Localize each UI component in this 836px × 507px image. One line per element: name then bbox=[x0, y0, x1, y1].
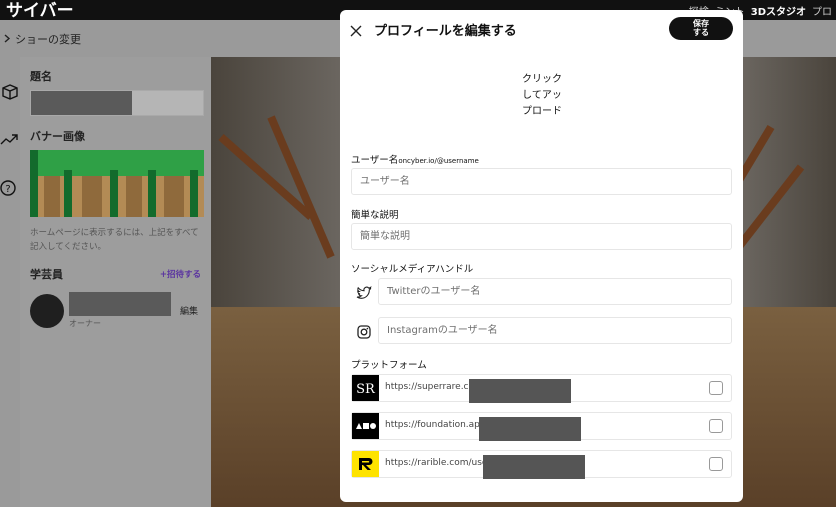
platform-row-rarible: https://rarible.com/user/ bbox=[351, 450, 732, 479]
redacted-title bbox=[31, 91, 132, 115]
nav-3d-studio[interactable]: 3Dスタジオ bbox=[751, 3, 806, 18]
redacted-member-name bbox=[69, 292, 171, 316]
username-label: ユーザー名oncyber.io/@username bbox=[351, 152, 479, 166]
trending-icon[interactable] bbox=[0, 130, 20, 150]
username-hint: oncyber.io/@username bbox=[398, 157, 479, 165]
platform-row-superrare: SR https://superrare.co/ bbox=[351, 374, 732, 403]
twitter-icon bbox=[356, 285, 372, 301]
modal-title: プロフィールを編集する bbox=[374, 24, 517, 39]
curators-header: 学芸員 +招待する bbox=[30, 266, 201, 282]
help-icon[interactable]: ? bbox=[0, 178, 20, 198]
change-show-link[interactable]: ショーの変更 bbox=[4, 31, 81, 47]
close-icon[interactable] bbox=[350, 22, 362, 37]
redacted-rarible-username[interactable] bbox=[483, 455, 585, 479]
social-label: ソーシャルメディアハンドル bbox=[351, 264, 474, 275]
foundation-logo bbox=[352, 413, 379, 439]
superrare-logo: SR bbox=[352, 375, 379, 401]
platform-label: プラットフォーム bbox=[351, 360, 427, 371]
invite-link[interactable]: +招待する bbox=[160, 268, 201, 280]
nav-profile[interactable]: プロ bbox=[812, 3, 832, 18]
instagram-input[interactable]: Instagramのユーザー名 bbox=[378, 317, 732, 344]
redacted-foundation-username[interactable] bbox=[479, 417, 581, 441]
banner-label: バナー画像 bbox=[30, 130, 85, 143]
foundation-url: https://foundation.app/ bbox=[385, 420, 489, 430]
username-input[interactable]: ユーザー名 bbox=[351, 168, 732, 195]
description-label: 簡単な説明 bbox=[351, 210, 399, 221]
username-label-text: ユーザー名 bbox=[351, 155, 399, 166]
platform-row-foundation: https://foundation.app/ bbox=[351, 412, 732, 441]
rarible-logo bbox=[352, 451, 379, 477]
instagram-icon bbox=[356, 324, 372, 340]
redacted-superrare-username[interactable] bbox=[469, 379, 571, 403]
title-label: 題名 bbox=[30, 70, 52, 83]
superrare-checkbox[interactable] bbox=[709, 381, 723, 395]
change-show-label: ショーの変更 bbox=[15, 33, 81, 46]
chevron-right-icon bbox=[4, 33, 11, 46]
foundation-checkbox[interactable] bbox=[709, 419, 723, 433]
title-input[interactable] bbox=[30, 90, 204, 116]
member-role: オーナー bbox=[69, 319, 101, 328]
banner-image[interactable] bbox=[30, 150, 204, 217]
rarible-checkbox[interactable] bbox=[709, 457, 723, 471]
avatar-upload[interactable]: クリック してアッ プロード bbox=[510, 72, 574, 120]
svg-text:?: ? bbox=[5, 184, 10, 195]
save-button[interactable]: 保存 する bbox=[669, 17, 733, 40]
avatar bbox=[30, 294, 64, 328]
banner-hint: ホームページに表示するには、上記をすべて記入してください。 bbox=[30, 228, 199, 252]
rarible-url: https://rarible.com/user/ bbox=[385, 458, 495, 468]
superrare-url: https://superrare.co/ bbox=[385, 382, 478, 392]
left-rail: ? bbox=[0, 57, 20, 507]
curator-member: オーナー 編集 bbox=[30, 292, 201, 334]
twitter-input[interactable]: Twitterのユーザー名 bbox=[378, 278, 732, 305]
curators-label: 学芸員 bbox=[30, 268, 63, 281]
description-input[interactable]: 簡単な説明 bbox=[351, 223, 732, 250]
brand-logo[interactable]: サイバー bbox=[6, 0, 74, 21]
edit-member-link[interactable]: 編集 bbox=[180, 304, 198, 317]
show-settings-panel: 題名 バナー画像 ホームページに表示するには、上記をすべて記入してください。 学… bbox=[20, 57, 211, 507]
cube-icon[interactable] bbox=[0, 82, 20, 102]
edit-profile-modal: プロフィールを編集する 保存 する クリック してアッ プロード ユーザー名on… bbox=[340, 10, 743, 502]
svg-text:SR: SR bbox=[356, 382, 376, 397]
